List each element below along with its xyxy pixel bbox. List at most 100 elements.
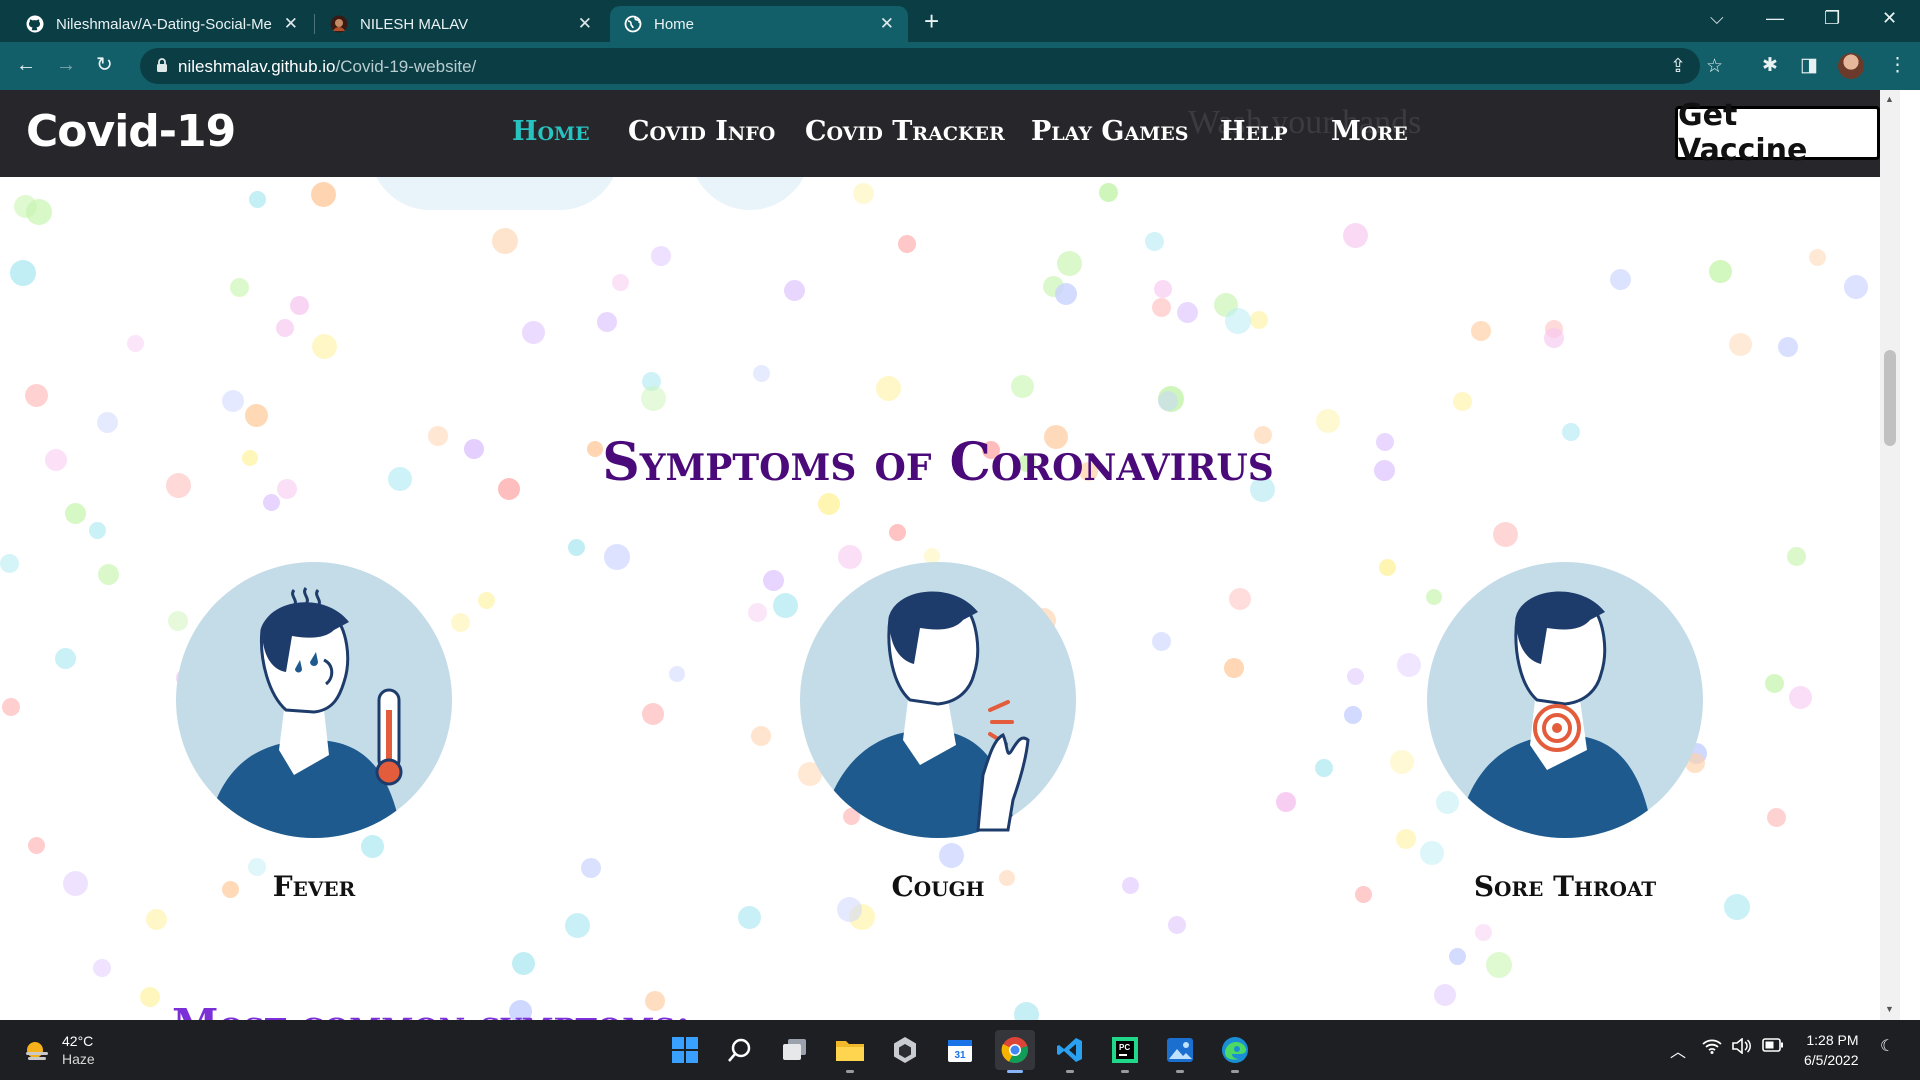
confetti-dot [1152,632,1171,651]
confetti-dot [1809,249,1826,266]
extensions-puzzle-icon[interactable]: ✱ [1762,54,1778,77]
close-icon[interactable]: ✕ [284,14,298,34]
windows-start-icon[interactable] [665,1030,705,1070]
nav-covid-info[interactable]: Covid Info [628,116,775,147]
unity-icon[interactable] [885,1030,925,1070]
scrollbar-thumb[interactable] [1884,350,1896,446]
kebab-menu-icon[interactable]: ⋮ [1888,54,1907,77]
photos-icon[interactable] [1160,1030,1200,1073]
confetti-dot [1789,686,1812,709]
battery-icon[interactable] [1762,1038,1784,1057]
tab-nilesh-malav[interactable]: NILESH MALAV ✕ [316,6,606,42]
confetti-dot [568,539,585,556]
tab-search-chevron-icon[interactable]: ⌵ [1710,8,1724,29]
tray-overflow-chevron-icon[interactable]: ︿ [1670,1038,1686,1062]
restore-icon[interactable]: ❐ [1824,8,1840,29]
taskbar-clock[interactable]: 1:28 PM 6/5/2022 [1804,1030,1859,1070]
nav-home[interactable]: Home [512,116,590,147]
confetti-dot [26,199,52,225]
file-explorer-icon[interactable] [830,1030,870,1073]
confetti-dot [1225,308,1251,334]
confetti-dot [1343,223,1368,248]
confetti-dot [63,871,88,896]
confetti-dot [146,909,167,930]
confetti-dot [1434,984,1456,1006]
confetti-dot [1544,328,1564,348]
confetti-dot [89,522,106,539]
vscode-icon[interactable] [1050,1030,1090,1073]
cough-illustration-icon [798,560,1078,840]
bookmark-star-icon[interactable]: ☆ [1706,55,1723,78]
confetti-dot [1765,674,1784,693]
confetti-dot [898,235,916,253]
confetti-dot [748,603,767,622]
pycharm-icon[interactable]: PC [1105,1030,1145,1073]
confetti-dot [642,703,664,725]
new-tab-plus-icon[interactable]: + [924,8,939,34]
site-logo[interactable]: Covid-19 [26,106,236,157]
scroll-up-arrow-icon[interactable]: ▲ [1885,94,1894,104]
running-indicator [1121,1070,1129,1073]
get-vaccine-button[interactable]: Get Vaccine [1675,98,1880,168]
close-icon[interactable]: ✕ [880,14,894,34]
confetti-dot [1168,916,1186,934]
confetti-dot [1154,280,1172,298]
confetti-dot [522,321,545,344]
windows-taskbar: 42°C Haze 31 PC ︿ 1:28 PM 6/5/2022 ☾ [0,1020,1920,1080]
common-symptoms-heading: Most common symptoms: [172,1000,691,1020]
volume-icon[interactable] [1732,1037,1752,1059]
confetti-dot [581,858,601,878]
address-bar[interactable]: nileshmalav.github.io/Covid-19-website/ … [140,48,1723,84]
weather-widget[interactable]: 42°C Haze [24,1032,95,1068]
wifi-icon[interactable] [1702,1038,1722,1059]
page-scrollbar[interactable]: ▲ ▼ [1880,90,1900,1020]
tab-separator [314,14,315,34]
confetti-dot [1315,759,1333,777]
confetti-dot [597,312,617,332]
notifications-moon-icon[interactable]: ☾ [1880,1036,1894,1056]
url-host: nileshmalav.github.io [178,57,336,76]
confetti-dot [1397,653,1421,677]
confetti-dot [1099,183,1118,202]
confetti-dot [222,390,244,412]
back-arrow-icon[interactable]: ← [16,54,36,76]
symptoms-heading: Symptoms of Coronavirus [602,432,1274,493]
url-path: /Covid-19-website/ [335,57,477,76]
edge-icon[interactable] [1215,1030,1255,1073]
profile-avatar[interactable] [1838,53,1864,79]
confetti-dot [738,906,761,929]
confetti-dot [1453,392,1472,411]
site-navbar: Wash your hands Covid-19 Home Covid Info… [0,90,1880,177]
sore-throat-illustration-icon [1425,560,1705,840]
confetti-dot [28,837,45,854]
fever-illustration-icon [174,560,454,840]
confetti-dot [2,698,20,716]
nav-play-games[interactable]: Play Games [1031,116,1188,147]
minimize-icon[interactable]: — [1766,8,1784,29]
confetti-dot [1145,232,1164,251]
tab-github-repo[interactable]: Nileshmalav/A-Dating-Social-Me ✕ [12,6,312,42]
confetti-dot [1229,588,1251,610]
confetti-dot [651,246,671,266]
scroll-down-arrow-icon[interactable]: ▼ [1885,1004,1894,1014]
share-icon[interactable]: ⇪ [1670,55,1686,78]
search-icon[interactable] [720,1030,760,1070]
nav-covid-tracker[interactable]: Covid Tracker [805,116,1005,147]
reload-icon[interactable]: ↻ [96,54,113,76]
task-view-icon[interactable] [775,1030,815,1070]
nav-help[interactable]: Help [1220,116,1288,147]
calendar-icon[interactable]: 31 [940,1030,980,1070]
nav-more[interactable]: More [1331,116,1408,147]
forward-arrow-icon[interactable]: → [56,54,76,76]
confetti-dot [311,182,336,207]
url-text: nileshmalav.github.io/Covid-19-website/ [178,57,476,77]
confetti-dot [1224,658,1244,678]
chrome-icon[interactable] [995,1030,1035,1073]
confetti-dot [1729,333,1752,356]
close-icon[interactable]: ✕ [578,14,592,34]
confetti-dot [312,334,337,359]
side-panel-icon[interactable]: ◨ [1800,54,1818,77]
window-close-icon[interactable]: ✕ [1882,8,1897,29]
tab-home[interactable]: Home ✕ [610,6,908,42]
confetti-dot [1475,924,1492,941]
